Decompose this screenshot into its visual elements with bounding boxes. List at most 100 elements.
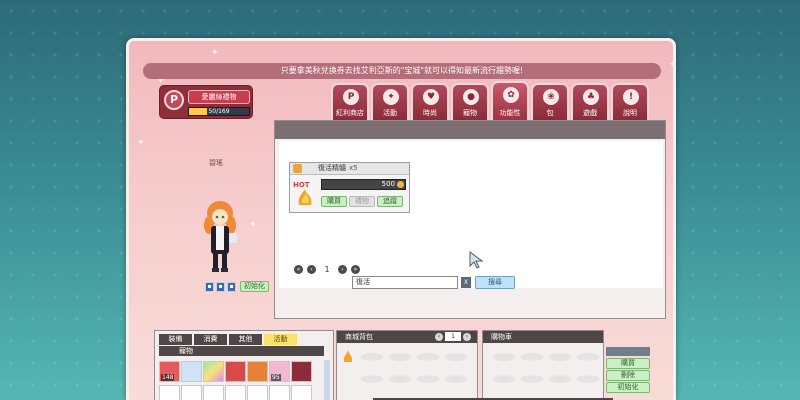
tab-bonus-shop[interactable]: P 紅利商店 (331, 83, 369, 121)
revive-essence-icon: HOT (293, 181, 312, 205)
sparkle-icon: ✦ (211, 48, 219, 58)
tab-etc[interactable]: 其他 (229, 334, 262, 345)
buy-button[interactable]: 購買 (321, 196, 347, 207)
tab-pet[interactable]: ● 寵物 (451, 83, 489, 121)
inventory-tabs: 裝備 消費 其他 活動 (159, 334, 297, 345)
inventory-pet-tab[interactable]: 寵物 (159, 346, 324, 356)
inventory-slot[interactable] (159, 385, 180, 400)
notice-bar: 只要拿美秋兌換券去找艾利亞斯的"宝城"就可以得知最新流行趨勢喔! (143, 63, 661, 79)
cash-bag-panel: 商城背包 ‹ 1 › (336, 330, 478, 400)
first-page-icon[interactable]: « (294, 265, 303, 274)
tab-functional[interactable]: ✿ 功能性 (491, 81, 529, 121)
cart-reset-button[interactable]: 初始化 (606, 382, 650, 393)
tab-consume[interactable]: 消費 (194, 334, 227, 345)
empty-slot (445, 353, 467, 361)
empty-slot (361, 353, 383, 361)
next-page-icon[interactable]: › (338, 265, 347, 274)
inventory-panel: 裝備 消費 其他 活動 寵物 148 95 (154, 330, 334, 400)
tab-label: 寵物 (463, 109, 477, 117)
tab-equip[interactable]: 裝備 (159, 334, 192, 345)
prev-page-icon[interactable]: ‹ (435, 332, 443, 341)
tab-event[interactable]: ✦ 活動 (371, 83, 409, 121)
category-tabs: P 紅利商店 ✦ 活動 ♥ 時尚 ● 寵物 ✿ 功能性 ❀ 包 ♣ 遊戲 ! 說 (331, 81, 649, 121)
tab-game[interactable]: ♣ 遊戲 (571, 83, 609, 121)
item-name: 復活精髓 (318, 164, 346, 172)
shopping-cart-panel: 購物車 (482, 330, 604, 400)
character-avatar (204, 201, 237, 272)
pet-icon: ● (463, 89, 479, 105)
character-name: 碧瑤 (209, 159, 223, 167)
character-reset-button[interactable]: 初始化 (240, 281, 269, 292)
empty-slot (389, 353, 411, 361)
item-price: 500 (381, 180, 395, 188)
tab-fashion[interactable]: ♥ 時尚 (411, 83, 449, 121)
tab-label: 包 (546, 109, 554, 117)
inventory-slot[interactable]: 95 (269, 361, 290, 382)
inventory-slots-row-2 (159, 385, 312, 400)
sparkle-icon: ✦ (137, 138, 145, 148)
empty-slot (549, 375, 571, 383)
search-input[interactable]: 復活 (352, 276, 458, 289)
search-button[interactable]: 搜尋 (475, 276, 515, 289)
character-option-button[interactable]: ▪ (205, 281, 214, 292)
last-page-icon[interactable]: » (351, 265, 360, 274)
event-icon: ✦ (383, 89, 399, 105)
functional-icon: ✿ (503, 87, 519, 103)
character-controls: ▪ ▪ ▪ 初始化 (205, 281, 269, 292)
track-button[interactable]: 追蹤 (377, 196, 403, 207)
empty-slot (361, 375, 383, 383)
category-icon (293, 164, 302, 173)
slot-quantity: 95 (271, 374, 281, 381)
inventory-slot[interactable] (269, 385, 290, 400)
inventory-slots: 148 95 (159, 361, 312, 382)
cart-buy-button[interactable]: 購買 (606, 358, 650, 369)
inventory-slot[interactable] (181, 385, 202, 400)
cash-bag-title: 商城背包 (345, 333, 373, 341)
cash-bag-page: 1 (445, 332, 461, 341)
tab-package[interactable]: ❀ 包 (531, 83, 569, 121)
coin-icon (397, 181, 404, 188)
inventory-slot[interactable] (203, 385, 224, 400)
item-card[interactable]: 復活精髓 x5 HOT 500 購買 禮物 追蹤 (289, 162, 410, 213)
tab-label: 時尚 (423, 109, 437, 117)
inventory-slot[interactable] (291, 385, 312, 400)
hot-badge: HOT (293, 181, 310, 189)
inventory-slot[interactable]: 148 (159, 361, 180, 382)
cart-actions: 購買 刪除 初始化 (606, 347, 650, 397)
gift-button[interactable]: 禮物 (349, 196, 375, 207)
empty-slot (417, 353, 439, 361)
favorites-icon: P (164, 90, 184, 110)
item-list-panel: 復活精髓 x5 HOT 500 購買 禮物 追蹤 (274, 120, 666, 319)
character-option-button[interactable]: ▪ (227, 281, 236, 292)
inventory-slot[interactable] (203, 361, 224, 382)
inventory-slot[interactable] (247, 361, 268, 382)
inventory-slot[interactable] (225, 361, 246, 382)
tab-event-inventory[interactable]: 活動 (264, 334, 297, 345)
inventory-scrollbar[interactable] (324, 360, 330, 400)
search-clear-button[interactable]: X (461, 277, 471, 288)
empty-slot (493, 375, 515, 383)
empty-slot (577, 353, 599, 361)
prev-page-icon[interactable]: ‹ (307, 265, 316, 274)
cash-bag-pager: ‹ 1 › (435, 332, 471, 341)
sparkle-icon: ✦ (669, 60, 676, 70)
revive-essence-icon[interactable] (341, 347, 355, 363)
favorites-button[interactable]: 愛麗絲禮物 (188, 90, 250, 104)
cart-total-field (606, 347, 650, 356)
cash-bag-header: 商城背包 ‹ 1 › (337, 331, 477, 343)
help-icon: ! (623, 89, 639, 105)
empty-slot (521, 375, 543, 383)
inventory-slot[interactable] (291, 361, 312, 382)
inventory-slot[interactable] (225, 385, 246, 400)
inventory-slot[interactable] (247, 385, 268, 400)
cart-delete-button[interactable]: 刪除 (606, 370, 650, 381)
game-icon: ♣ (583, 89, 599, 105)
tab-help[interactable]: ! 說明 (611, 83, 649, 121)
inventory-slot[interactable] (181, 361, 202, 382)
package-icon: ❀ (543, 89, 559, 105)
favorites-count: 50/169 (208, 108, 230, 115)
empty-slot (445, 375, 467, 383)
next-page-icon[interactable]: › (463, 332, 471, 341)
empty-slot (389, 375, 411, 383)
character-option-button[interactable]: ▪ (216, 281, 225, 292)
